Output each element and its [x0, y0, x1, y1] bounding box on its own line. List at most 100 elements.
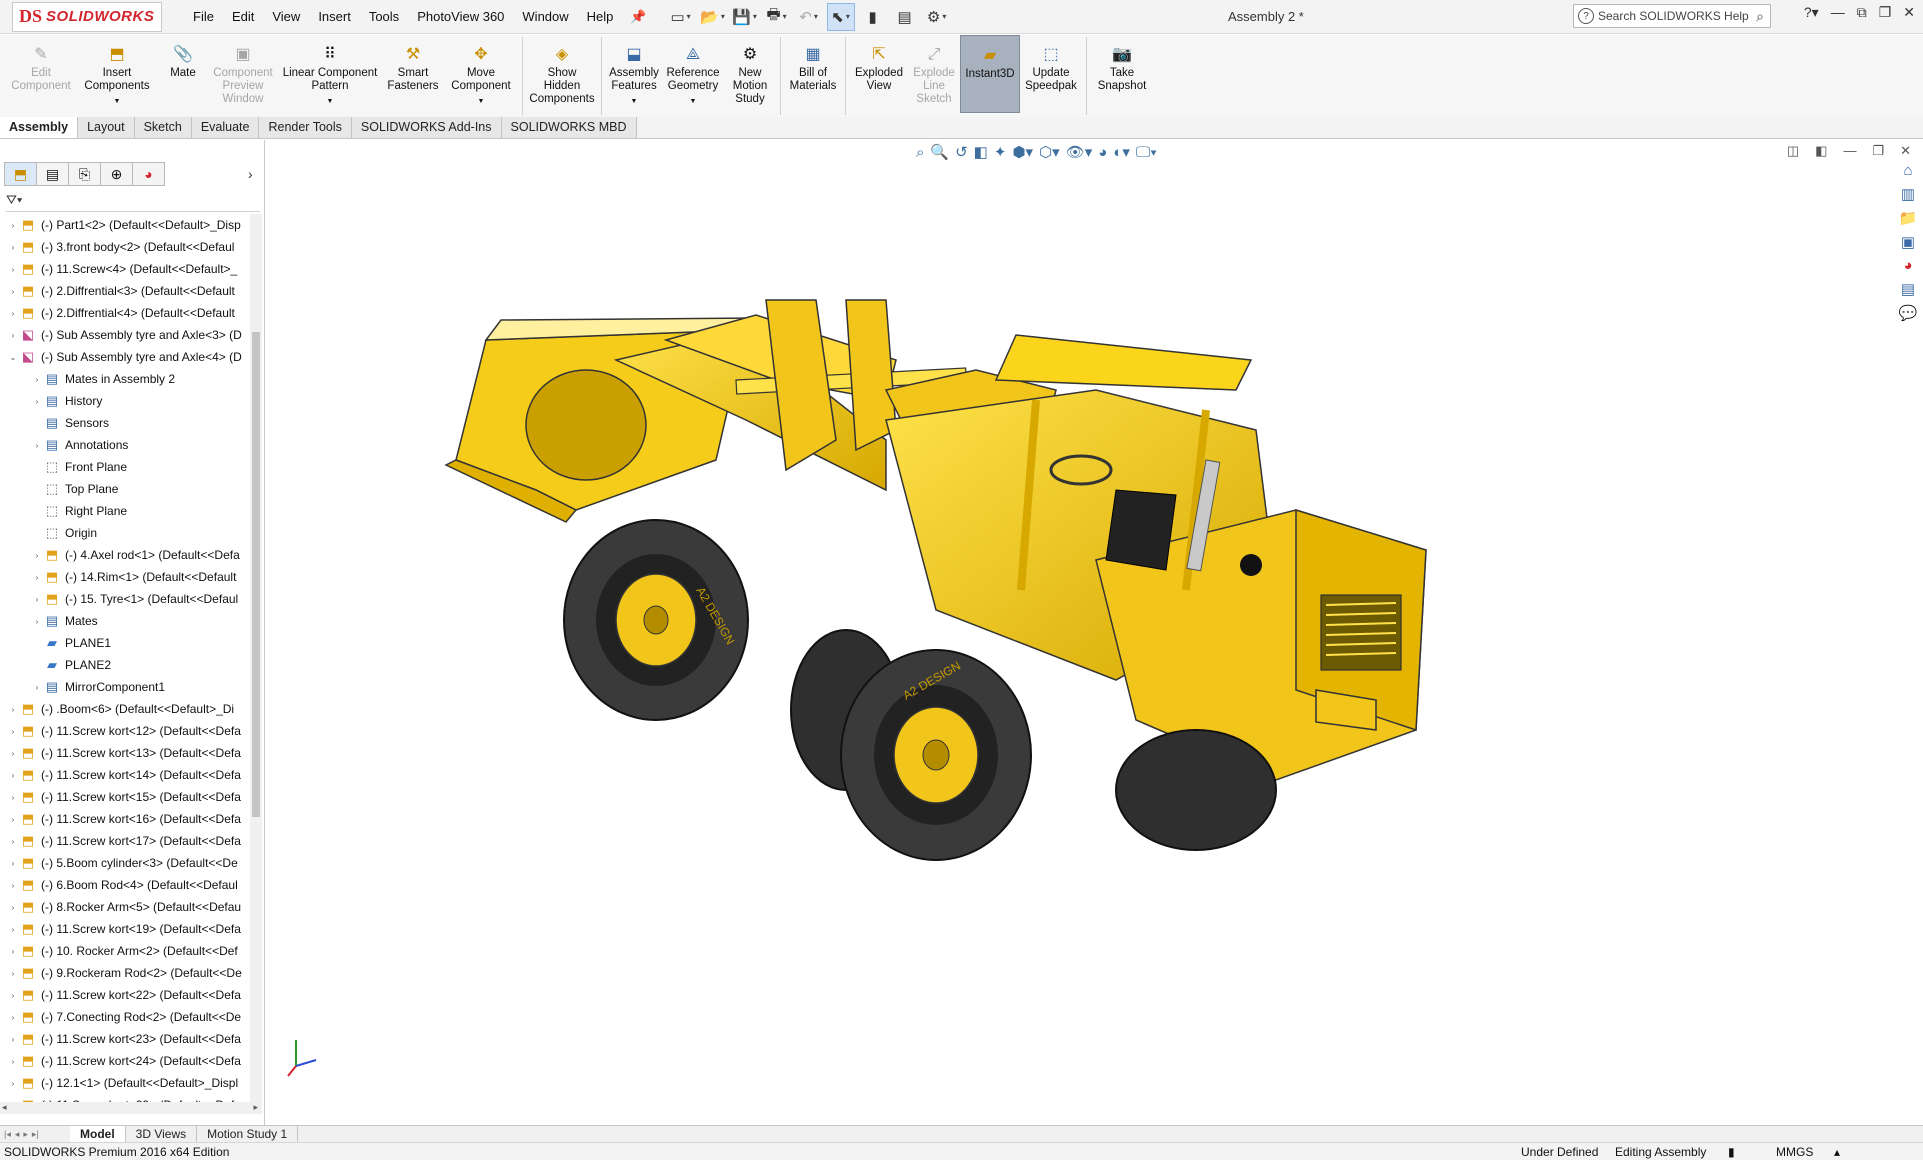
rear-right-wheel[interactable] [1115, 729, 1277, 851]
view-palette-icon[interactable]: ▣ [1901, 233, 1915, 251]
options-gear-icon[interactable]: ⚙ ▾ [923, 3, 951, 31]
edit-appearance-icon[interactable]: ◕ [1098, 144, 1107, 161]
expand-chevron-icon[interactable]: › [8, 793, 18, 802]
smart-fasteners-button[interactable]: ⚒ Smart Fasteners [382, 35, 444, 93]
expand-chevron-icon[interactable]: ⌄ [8, 353, 18, 362]
tile-icon[interactable]: ⧉ [1857, 4, 1867, 21]
exploded-view-button[interactable]: ⇱ Exploded View [850, 35, 908, 93]
tree-item[interactable]: ▤ Sensors [0, 412, 250, 434]
expand-chevron-icon[interactable]: › [8, 265, 18, 274]
expand-chevron-icon[interactable]: › [32, 441, 42, 450]
tab-model[interactable]: Model [70, 1126, 126, 1142]
dimxpert-tab-icon[interactable]: ⊕ [100, 162, 133, 186]
graphics-area[interactable]: ⌕ 🔍 ↺ ◧ ✦ ⬢▾ ⬡▾ 👁▾ ◕ ◐▾ 🖵▾ ◫ ◧ — ❐ ✕ ⌂ ▥… [266, 140, 1923, 1125]
expand-chevron-icon[interactable]: › [8, 837, 18, 846]
forum-icon[interactable]: 💬 [1899, 304, 1918, 322]
tree-item[interactable]: › ⬒ (-) 10. Rocker Arm<2> (Default<<Def [0, 940, 250, 962]
design-library-icon[interactable]: ▥ [1901, 185, 1915, 203]
tab-sketch[interactable]: Sketch [134, 117, 192, 138]
tab-evaluate[interactable]: Evaluate [191, 117, 260, 138]
prev-tab-icon[interactable]: ◂ [15, 1129, 20, 1140]
menu-file[interactable]: File [184, 1, 223, 33]
expand-chevron-icon[interactable]: › [8, 243, 18, 252]
menu-photoview[interactable]: PhotoView 360 [408, 1, 513, 33]
tree-item[interactable]: › ⬒ (-) 2.Diffrential<3> (Default<<Default [0, 280, 250, 302]
zoom-to-fit-icon[interactable]: ⌕ [916, 144, 924, 161]
scrollbar-thumb[interactable] [252, 332, 260, 817]
tree-item[interactable]: › ⬒ (-) 3.front body<2> (Default<<Defaul [0, 236, 250, 258]
tree-item[interactable]: › ⬒ (-) 11.Screw kort<14> (Default<<Defa [0, 764, 250, 786]
new-motion-study-button[interactable]: ⚙ New Motion Study [724, 35, 776, 106]
expand-chevron-icon[interactable]: › [8, 287, 18, 296]
tree-item[interactable]: ⬚ Origin [0, 522, 250, 544]
expand-chevron-icon[interactable]: › [32, 551, 42, 560]
view-orientation-icon[interactable]: ⬢▾ [1012, 143, 1033, 161]
print-icon[interactable]: 🖶 ▾ [763, 3, 791, 31]
tree-item[interactable]: › ⬒ (-) 11.Screw kort<19> (Default<<Defa [0, 918, 250, 940]
hide-show-items-icon[interactable]: 👁▾ [1066, 143, 1093, 161]
units-selector[interactable]: MMGS [1776, 1145, 1813, 1159]
edit-component-button[interactable]: ✎ Edit Component [6, 35, 76, 93]
tree-item[interactable]: › ⬒ (-) 11.Screw kort<16> (Default<<Defa [0, 808, 250, 830]
instant3d-button[interactable]: ▰ Instant3D [960, 35, 1020, 113]
rebuild-traffic-light-icon[interactable]: ▮ [859, 3, 887, 31]
tree-item[interactable]: ▰ PLANE1 [0, 632, 250, 654]
close-icon[interactable]: ✕ [1903, 4, 1915, 21]
take-snapshot-button[interactable]: 📷 Take Snapshot [1091, 35, 1153, 93]
expand-chevron-icon[interactable]: › [8, 771, 18, 780]
dropdown-arrow-icon[interactable]: ▼ [631, 95, 638, 108]
expand-chevron-icon[interactable]: › [8, 903, 18, 912]
expand-chevron-icon[interactable]: › [8, 705, 18, 714]
save-icon[interactable]: 💾 ▾ [731, 3, 759, 31]
search-icon[interactable]: ⌕ [1756, 8, 1764, 25]
scroll-left-icon[interactable]: ◂ [2, 1102, 7, 1112]
file-properties-icon[interactable]: ▤ [891, 3, 919, 31]
section-view-icon[interactable]: ◧ [974, 143, 988, 161]
undo-icon[interactable]: ↶ ▾ [795, 3, 823, 31]
tree-item[interactable]: › ▤ Annotations [0, 434, 250, 456]
expand-chevron-icon[interactable]: › [8, 749, 18, 758]
file-explorer-icon[interactable]: 📁 [1899, 209, 1918, 227]
rebuild-status-icon[interactable]: ▮ [1728, 1145, 1735, 1159]
tree-item[interactable]: › ⬒ (-) 11.Screw kort<23> (Default<<Defa [0, 1028, 250, 1050]
tab-addins[interactable]: SOLIDWORKS Add-Ins [351, 117, 502, 138]
dropdown-arrow-icon[interactable]: ▼ [478, 95, 485, 108]
tree-item[interactable]: › ⬒ (-) 12.1<1> (Default<<Default>_Displ [0, 1072, 250, 1094]
expand-chevron-icon[interactable]: › [32, 375, 42, 384]
expand-chevron-icon[interactable]: › [8, 331, 18, 340]
show-hidden-components-button[interactable]: ◈ Show Hidden Components [527, 35, 597, 106]
configuration-manager-tab-icon[interactable]: ⎘ [68, 162, 101, 186]
last-tab-icon[interactable]: ▸| [32, 1129, 39, 1140]
menu-help[interactable]: Help [578, 1, 623, 33]
apply-scene-icon[interactable]: ◐▾ [1113, 143, 1130, 161]
minimize-icon[interactable]: — [1831, 4, 1845, 21]
filter-icon[interactable]: ⛛▾ [6, 192, 22, 207]
menu-view[interactable]: View [263, 1, 309, 33]
tree-item[interactable]: › ▤ History [0, 390, 250, 412]
custom-properties-icon[interactable]: ▤ [1901, 280, 1915, 298]
tree-item[interactable]: › ⬒ (-) 11.Screw kort<24> (Default<<Defa [0, 1050, 250, 1072]
tree-item[interactable]: › ⬒ (-) 11.Screw kort<17> (Default<<Defa [0, 830, 250, 852]
menu-edit[interactable]: Edit [223, 1, 263, 33]
split-right-icon[interactable]: ◧ [1815, 143, 1827, 159]
tree-item[interactable]: ⬚ Front Plane [0, 456, 250, 478]
tree-item[interactable]: › ▤ MirrorComponent1 [0, 676, 250, 698]
tree-item[interactable]: ⬚ Right Plane [0, 500, 250, 522]
display-manager-tab-icon[interactable]: ◕ [132, 162, 165, 186]
expand-chevron-icon[interactable]: › [8, 881, 18, 890]
linear-component-pattern-button[interactable]: ⠿ Linear Component Pattern ▼ [278, 35, 382, 108]
insert-components-button[interactable]: ⬒ Insert Components ▼ [76, 35, 158, 108]
tree-horizontal-scrollbar[interactable]: ◂ ▸ [0, 1102, 262, 1114]
expand-chevron-icon[interactable]: › [32, 397, 42, 406]
tree-item[interactable]: › ⬒ (-) 2.Diffrential<4> (Default<<Default [0, 302, 250, 324]
zoom-to-area-icon[interactable]: 🔍 [930, 143, 949, 161]
expand-chevron-icon[interactable]: › [8, 991, 18, 1000]
tab-assembly[interactable]: Assembly [0, 117, 79, 138]
tab-3d-views[interactable]: 3D Views [126, 1126, 198, 1142]
help-menu-icon[interactable]: ?▾ [1804, 4, 1819, 21]
tree-item[interactable]: › ⬒ (-) 11.Screw<4> (Default<<Default>_ [0, 258, 250, 280]
tree-item[interactable]: › ⬒ (-) 8.Rocker Arm<5> (Default<<Defau [0, 896, 250, 918]
update-speedpak-button[interactable]: ⬚ Update Speedpak [1020, 35, 1082, 93]
tree-vertical-scrollbar[interactable] [250, 214, 262, 1102]
tree-item[interactable]: › ⬒ (-) 11.Screw kort<12> (Default<<Defa [0, 720, 250, 742]
